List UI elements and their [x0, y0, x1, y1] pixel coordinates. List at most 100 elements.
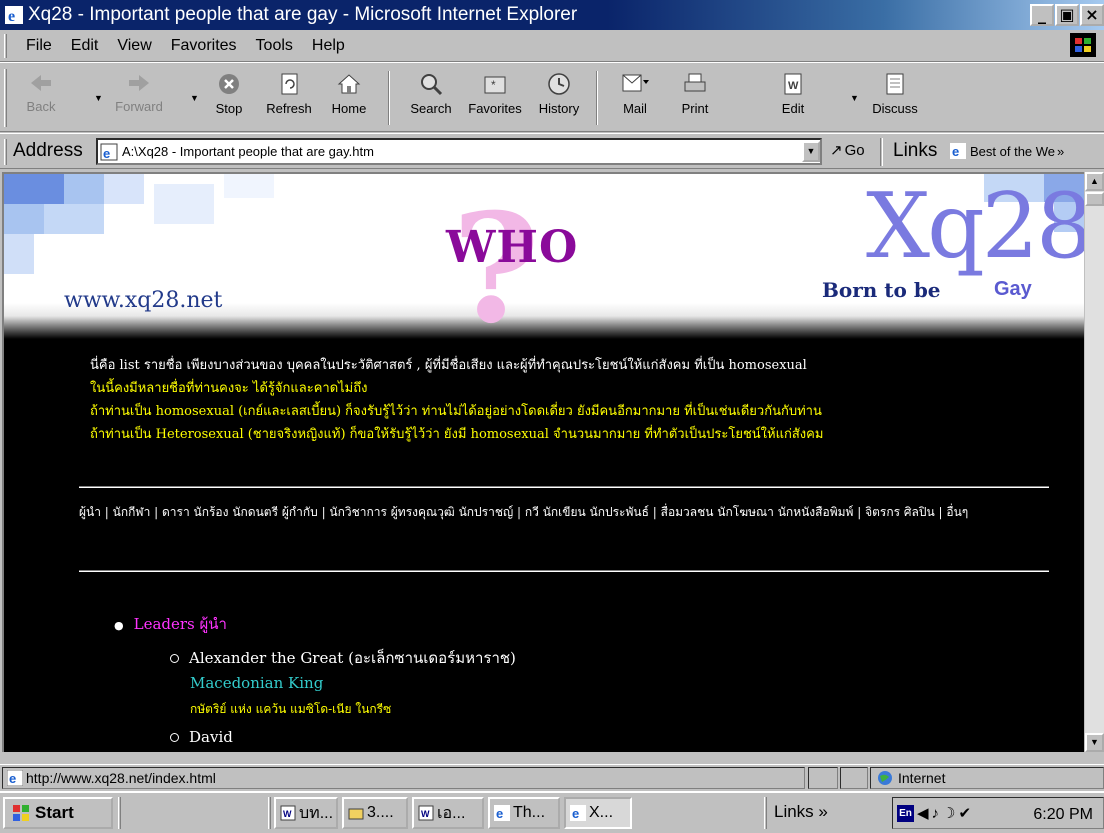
ie-task-icon: e	[570, 805, 586, 821]
discuss-button[interactable]: Discuss	[862, 67, 928, 129]
menu-file[interactable]: File	[26, 37, 52, 55]
task-button[interactable]: e Th...	[488, 797, 560, 829]
person-title-th: กษัตริย์ แห่ง แคว้น แมซิโด-เนีย ในกรีซ	[190, 702, 392, 716]
start-button[interactable]: Start	[3, 797, 113, 829]
print-button[interactable]: Print	[666, 67, 724, 129]
intro-line: ในนี้คงมีหลายชื่อที่ท่านคงจะ ได้รู้จักแล…	[90, 381, 368, 396]
menu-view[interactable]: View	[117, 37, 151, 55]
address-value: A:\Xq28 - Important people that are gay.…	[122, 144, 374, 159]
scroll-thumb[interactable]	[1085, 192, 1104, 206]
circle-bullet-icon	[170, 654, 179, 663]
favorites-icon: *	[484, 76, 506, 94]
print-icon	[684, 73, 706, 92]
maximize-button[interactable]: ▣	[1055, 4, 1079, 26]
menu-edit[interactable]: Edit	[71, 37, 99, 55]
svg-text:e: e	[9, 771, 16, 786]
go-arrow-icon: ↗	[830, 142, 843, 159]
refresh-button[interactable]: Refresh	[260, 67, 318, 129]
search-button[interactable]: Search	[402, 67, 460, 129]
back-button[interactable]: Back	[12, 67, 70, 129]
vertical-scrollbar[interactable]: ▲ ▼	[1085, 172, 1104, 752]
task-label: บท...	[299, 804, 334, 822]
refresh-icon	[281, 73, 298, 95]
back-dropdown-icon[interactable]: ▼	[94, 93, 103, 103]
history-button[interactable]: History	[530, 67, 588, 129]
mail-icon	[622, 74, 649, 92]
menu-favorites[interactable]: Favorites	[171, 37, 237, 55]
minimize-button[interactable]: _	[1030, 4, 1054, 26]
close-button[interactable]: ×	[1080, 4, 1104, 26]
intro-line: ถ้าท่านเป็น homosexual (เกย์และเลสเบี้ยน…	[90, 404, 822, 419]
svg-text:e: e	[8, 8, 15, 25]
links-best-of-web[interactable]: e Best of the We »	[950, 143, 1064, 159]
windows-logo-icon	[1070, 33, 1096, 57]
back-arrow-icon	[31, 75, 51, 91]
banner-heading: WHO	[446, 222, 579, 273]
favorites-button[interactable]: * Favorites	[462, 67, 528, 129]
svg-text:W: W	[421, 809, 430, 819]
address-dropdown-icon[interactable]: ▼	[802, 141, 820, 162]
scroll-up-icon[interactable]: ▲	[1085, 172, 1104, 191]
toolbar-grip[interactable]	[4, 69, 7, 127]
taskbar-grip[interactable]	[268, 797, 271, 829]
forward-arrow-icon	[129, 75, 149, 91]
scroll-down-icon[interactable]: ▼	[1085, 733, 1104, 752]
person-name: David	[189, 728, 233, 746]
print-label: Print	[681, 101, 709, 116]
language-indicator[interactable]: En	[897, 804, 914, 822]
menu-grip[interactable]	[4, 34, 7, 58]
menu-tools[interactable]: Tools	[256, 37, 293, 55]
banner-pixel	[104, 174, 144, 204]
go-button[interactable]: ↗ Go	[830, 141, 865, 160]
globe-icon	[878, 771, 892, 785]
windows-flag-icon	[13, 805, 29, 821]
history-label: History	[538, 101, 580, 116]
divider	[79, 570, 1049, 572]
clock[interactable]: 6:20 PM	[1033, 806, 1093, 824]
go-label: Go	[844, 141, 865, 159]
back-label: Back	[26, 99, 56, 114]
stop-button[interactable]: Stop	[200, 67, 258, 129]
chevron-right-icon[interactable]: »	[1057, 144, 1064, 159]
taskbar-grip[interactable]	[118, 797, 121, 829]
task-label: 3....	[367, 804, 394, 821]
banner-pixel	[4, 234, 34, 274]
music-note-icon[interactable]: ♪	[932, 805, 940, 822]
list-item[interactable]: Alexander the Great (อะเล็กซานเดอร์มหารา…	[170, 646, 516, 670]
links-label[interactable]: Links	[893, 140, 937, 162]
category-nav[interactable]: ผู้นำ | นักกีฬา | ดารา นักร้อง นักดนตรี …	[79, 500, 1059, 524]
task-button[interactable]: W เอ...	[412, 797, 484, 829]
taskbar-grip[interactable]	[764, 797, 767, 829]
task-label: เอ...	[437, 804, 466, 822]
list-item[interactable]: David	[170, 728, 233, 746]
edit-dropdown-icon[interactable]: ▼	[850, 93, 859, 103]
window-title: Xq28 - Important people that are gay - M…	[28, 4, 578, 25]
task-button[interactable]: 3....	[342, 797, 408, 829]
edit-button[interactable]: W Edit	[764, 67, 822, 129]
title-bar[interactable]: e Xq28 - Important people that are gay -…	[0, 0, 1104, 30]
section-label: Leaders ผู้นำ	[133, 615, 227, 633]
svg-text:*: *	[491, 78, 496, 92]
forward-dropdown-icon[interactable]: ▼	[190, 93, 199, 103]
tray-app-icon[interactable]: ✔	[959, 804, 972, 822]
taskbar-links[interactable]: Links »	[774, 802, 828, 822]
forward-label: Forward	[115, 99, 163, 114]
page-content: ? WHO www.xq28.net Xq28 Born to be Gay น…	[2, 172, 1084, 752]
address-grip[interactable]	[4, 139, 7, 165]
menu-help[interactable]: Help	[312, 37, 345, 55]
tray-app-icon[interactable]: ☽	[942, 804, 955, 822]
address-input[interactable]: e A:\Xq28 - Important people that are ga…	[96, 138, 822, 165]
security-zone: Internet	[870, 767, 1104, 789]
task-button-active[interactable]: e X...	[564, 797, 632, 829]
discuss-icon	[886, 73, 904, 95]
circle-bullet-icon	[170, 733, 179, 742]
forward-button[interactable]: Forward	[110, 67, 168, 129]
home-icon	[337, 74, 361, 94]
standard-toolbar: Back ▼ Forward ▼ Stop Refresh Home Searc…	[0, 62, 1104, 132]
list-section-leaders[interactable]: ● Leaders ผู้นำ	[114, 612, 227, 636]
home-button[interactable]: Home	[320, 67, 378, 129]
task-button[interactable]: W บท...	[274, 797, 338, 829]
speaker-icon[interactable]: ◀	[917, 804, 929, 822]
mail-button[interactable]: Mail	[606, 67, 664, 129]
people-list: ● Leaders ผู้นำ Alexander the Great (อะเล…	[114, 612, 516, 746]
